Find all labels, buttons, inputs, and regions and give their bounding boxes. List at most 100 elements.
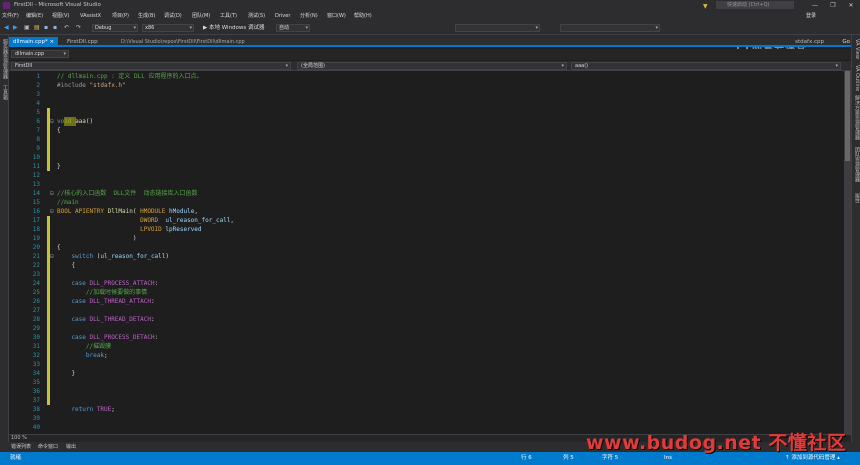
platform-select[interactable]: x86 bbox=[142, 24, 194, 32]
save-all-icon[interactable]: ▪ bbox=[53, 24, 57, 32]
scope-select[interactable]: (全局范围) bbox=[297, 62, 567, 70]
code-line[interactable]: } bbox=[57, 369, 75, 378]
va-view-tab[interactable]: VA View bbox=[853, 39, 860, 59]
run-mode-select[interactable]: 自动 bbox=[276, 24, 310, 32]
change-marker bbox=[47, 279, 50, 288]
fold-toggle-icon[interactable]: ⊟ bbox=[50, 207, 54, 216]
back-icon[interactable]: ◀ bbox=[4, 24, 9, 32]
scrollbar-thumb[interactable] bbox=[845, 71, 850, 161]
fold-toggle-icon[interactable]: ⊟ bbox=[50, 189, 54, 198]
sign-in-link[interactable]: 登录 bbox=[806, 11, 816, 21]
configuration-select[interactable]: Debug bbox=[92, 24, 138, 32]
code-line[interactable]: case DLL_THREAD_DETACH: bbox=[57, 315, 154, 324]
toolbox-tab[interactable]: 工具箱 bbox=[1, 85, 8, 100]
go-button[interactable]: Go bbox=[842, 37, 850, 47]
code-line[interactable]: ) bbox=[57, 234, 137, 243]
line-number: 5 bbox=[36, 109, 40, 116]
line-number: 10 bbox=[32, 154, 40, 161]
tab-close-icon[interactable]: × bbox=[50, 39, 55, 45]
save-icon[interactable]: ▪ bbox=[44, 24, 48, 32]
new-project-icon[interactable]: ▣ bbox=[24, 24, 30, 32]
server-explorer-tab[interactable]: 服务器资源管理器 bbox=[1, 39, 8, 79]
team-explorer-tab[interactable]: 团队资源管理器 bbox=[853, 147, 860, 182]
va-outline-tab[interactable]: VA Outline bbox=[853, 65, 860, 91]
start-debugging-button[interactable]: ▶ 本地 Windows 调试器 bbox=[203, 24, 265, 32]
redo-icon[interactable]: ↷ bbox=[76, 24, 81, 32]
code-token: DLL_PROCESS_ATTACH bbox=[89, 280, 155, 287]
fold-toggle-icon[interactable]: ⊟ bbox=[50, 252, 54, 261]
quick-launch-input[interactable]: 快速启动 (Ctrl+Q) bbox=[716, 1, 794, 9]
vertical-scrollbar[interactable] bbox=[844, 71, 851, 434]
code-line[interactable]: DWORD ul_reason_for_call, bbox=[57, 216, 234, 225]
member-select[interactable]: aaa() bbox=[571, 62, 841, 70]
menu-team[interactable]: 团队(M) bbox=[192, 11, 210, 21]
tab-output[interactable]: 输出 bbox=[66, 442, 76, 452]
change-marker bbox=[47, 378, 50, 387]
code-line[interactable]: { bbox=[57, 243, 61, 252]
code-line[interactable]: //加载时候要做的事情 bbox=[57, 288, 147, 297]
code-token: { bbox=[57, 262, 76, 269]
tab-firstdll[interactable]: FirstDll.cpp bbox=[63, 37, 102, 47]
tab-error-list[interactable]: 错误列表 bbox=[11, 442, 31, 452]
code-line[interactable]: #include "stdafx.h" bbox=[57, 81, 126, 90]
open-folder-icon[interactable]: ▤ bbox=[34, 24, 40, 32]
menu-build[interactable]: 生成(B) bbox=[138, 11, 155, 21]
file-switcher-select[interactable]: dllmain.cpp bbox=[11, 50, 69, 58]
zoom-level-select[interactable]: 100 % bbox=[11, 435, 27, 442]
menu-analyze[interactable]: 分析(N) bbox=[300, 11, 318, 21]
menu-view[interactable]: 视图(V) bbox=[52, 11, 69, 21]
solution-explorer-tab[interactable]: 解决方案资源管理器 bbox=[853, 95, 860, 140]
code-line[interactable]: // dllmain.cpp : 定义 DLL 应用程序的入口点。 bbox=[57, 72, 202, 81]
tab-command-window[interactable]: 命令窗口 bbox=[38, 442, 58, 452]
code-line[interactable]: return TRUE; bbox=[57, 405, 114, 414]
code-token: switch bbox=[57, 253, 97, 260]
tab-dllmain[interactable]: dllmain.cpp* × bbox=[9, 37, 59, 47]
line-number: 14 bbox=[32, 190, 40, 197]
change-marker bbox=[47, 108, 50, 117]
properties-tab[interactable]: 属性 bbox=[853, 193, 860, 203]
code-line[interactable]: //核心的入口函数 DLL文件 动态链接库入口函数 bbox=[57, 189, 198, 198]
code-line[interactable]: //main bbox=[57, 198, 79, 207]
forward-icon[interactable]: ▶ bbox=[13, 24, 18, 32]
undo-icon[interactable]: ↶ bbox=[64, 24, 69, 32]
change-marker bbox=[47, 315, 50, 324]
menu-vassistx[interactable]: VAssistX bbox=[80, 11, 101, 21]
close-button[interactable]: ✕ bbox=[842, 0, 860, 11]
navigation-bar: FirstDll (全局范围) aaa() bbox=[9, 61, 851, 71]
cursor-highlight bbox=[64, 117, 76, 126]
code-line[interactable]: { bbox=[57, 126, 61, 135]
menu-window[interactable]: 窗口(W) bbox=[327, 11, 346, 21]
code-line[interactable]: case DLL_THREAD_ATTACH: bbox=[57, 297, 154, 306]
find-combo[interactable] bbox=[560, 24, 660, 32]
project-select[interactable]: FirstDll bbox=[11, 62, 291, 70]
menu-debug[interactable]: 调试(D) bbox=[164, 11, 182, 21]
menu-test[interactable]: 测试(S) bbox=[248, 11, 265, 21]
code-token: ; bbox=[103, 352, 108, 359]
code-line[interactable]: case DLL_PROCESS_DETACH: bbox=[57, 333, 158, 342]
code-line[interactable]: switch (ul_reason_for_call) bbox=[57, 252, 169, 261]
right-tool-strip: VA View VA Outline 解决方案资源管理器 团队资源管理器 属性 bbox=[851, 35, 860, 442]
menu-tools[interactable]: 工具(T) bbox=[220, 11, 237, 21]
change-marker bbox=[47, 288, 50, 297]
site-watermark: www.budog.net 不懂社区 bbox=[586, 432, 847, 454]
code-line[interactable]: LPVOID lpReserved bbox=[57, 225, 201, 234]
menu-project[interactable]: 项目(P) bbox=[112, 11, 129, 21]
menu-help[interactable]: 帮助(H) bbox=[354, 11, 372, 21]
minimize-button[interactable]: — bbox=[806, 0, 824, 11]
menu-file[interactable]: 文件(F) bbox=[2, 11, 19, 21]
code-line[interactable]: } bbox=[57, 162, 61, 171]
code-line[interactable]: BOOL APIENTRY DllMain( HMODULE hModule, bbox=[57, 207, 198, 216]
menu-driver[interactable]: Driver bbox=[275, 11, 290, 21]
line-number: 9 bbox=[36, 145, 40, 152]
fold-toggle-icon[interactable]: ⊟ bbox=[50, 117, 54, 126]
line-number: 26 bbox=[32, 298, 40, 305]
maximize-button[interactable]: ❐ bbox=[824, 0, 842, 11]
tab-stdafx[interactable]: stdafx.cpp bbox=[795, 37, 824, 47]
code-line[interactable]: break; bbox=[57, 351, 108, 360]
toolbar-search-combo[interactable] bbox=[455, 24, 540, 32]
code-editor[interactable]: 1 2 3 4 5 6 7 8 9 10 11 12 13 14 15 16 17 18 19 20 21 22 23 24 2… bbox=[9, 71, 851, 434]
code-line[interactable]: { bbox=[57, 261, 75, 270]
code-line[interactable]: case DLL_PROCESS_ATTACH: bbox=[57, 279, 158, 288]
menu-edit[interactable]: 编辑(E) bbox=[26, 11, 43, 21]
code-line[interactable]: //摧毁膜 bbox=[57, 342, 111, 351]
